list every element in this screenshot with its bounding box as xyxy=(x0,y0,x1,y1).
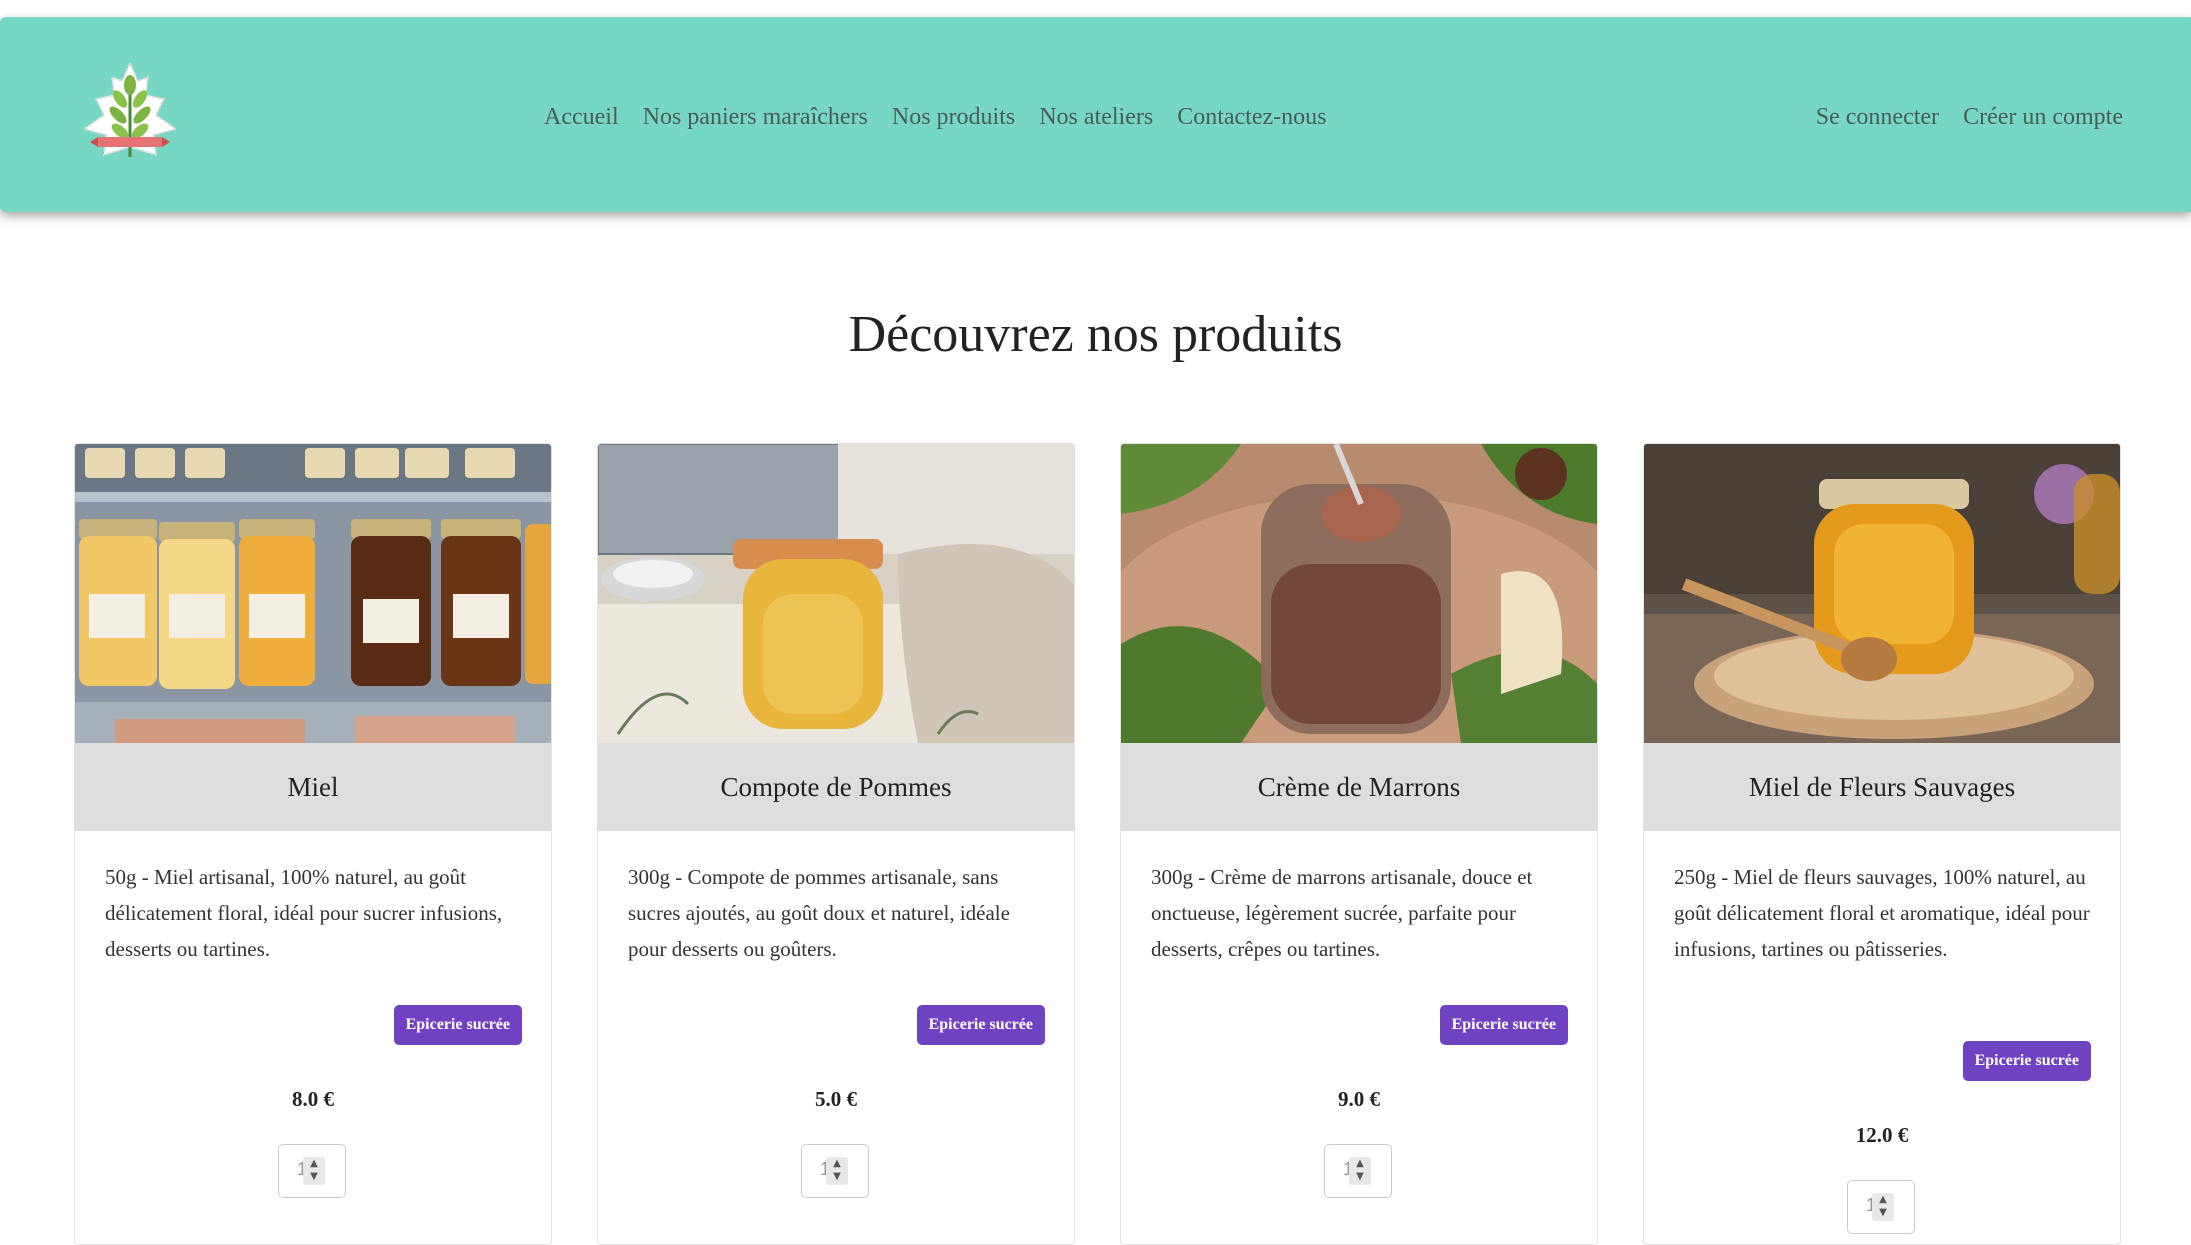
product-price: 8.0 € xyxy=(292,1087,334,1111)
quantity-stepper[interactable]: 1 ▲ ▼ xyxy=(801,1144,869,1198)
nav-link-paniers[interactable]: Nos paniers maraîchers xyxy=(643,97,868,137)
category-badge[interactable]: Epicerie sucrée xyxy=(916,1005,1045,1045)
product-card: Miel de Fleurs Sauvages 250g - Miel de f… xyxy=(1643,443,2121,1245)
product-title: Crème de Marrons xyxy=(1121,743,1597,831)
spinner-arrows-icon[interactable]: ▲ ▼ xyxy=(1349,1157,1371,1185)
nav-link-ateliers[interactable]: Nos ateliers xyxy=(1039,97,1153,137)
product-description: 300g - Compote de pommes artisanale, san… xyxy=(628,865,1010,961)
spinner-arrows-icon[interactable]: ▲ ▼ xyxy=(826,1157,848,1185)
signup-link[interactable]: Créer un compte xyxy=(1963,97,2123,137)
quantity-stepper[interactable]: 1 ▲ ▼ xyxy=(1847,1180,1915,1234)
spinner-arrows-icon[interactable]: ▲ ▼ xyxy=(303,1157,325,1185)
page-title: Découvrez nos produits xyxy=(848,306,1343,363)
product-image xyxy=(598,444,1074,743)
nav-link-accueil[interactable]: Accueil xyxy=(544,97,619,137)
category-badge[interactable]: Epicerie sucrée xyxy=(1962,1041,2091,1081)
product-image xyxy=(1644,444,2120,743)
spinner-arrows-icon[interactable]: ▲ ▼ xyxy=(1872,1193,1894,1221)
nav-link-contact[interactable]: Contactez-nous xyxy=(1177,97,1326,137)
login-link[interactable]: Se connecter xyxy=(1816,97,1939,137)
product-grid: Miel 50g - Miel artisanal, 100% naturel,… xyxy=(74,443,2124,1245)
category-badge[interactable]: Epicerie sucrée xyxy=(1439,1005,1568,1045)
auth-nav: Se connecter Créer un compte xyxy=(1816,97,2123,137)
product-description: 50g - Miel artisanal, 100% naturel, au g… xyxy=(105,865,503,961)
product-title: Compote de Pommes xyxy=(598,743,1074,831)
product-price: 9.0 € xyxy=(1338,1087,1380,1111)
product-card: Crème de Marrons 300g - Crème de marrons… xyxy=(1120,443,1598,1245)
product-description: 250g - Miel de fleurs sauvages, 100% nat… xyxy=(1674,865,2090,961)
category-badge[interactable]: Epicerie sucrée xyxy=(393,1005,522,1045)
product-title: Miel xyxy=(75,743,551,831)
navbar: Accueil Nos paniers maraîchers Nos produ… xyxy=(0,17,2191,212)
product-card: Miel 50g - Miel artisanal, 100% naturel,… xyxy=(74,443,552,1245)
nav-link-produits[interactable]: Nos produits xyxy=(892,97,1015,137)
product-image xyxy=(1121,444,1597,743)
product-price: 5.0 € xyxy=(815,1087,857,1111)
product-title: Miel de Fleurs Sauvages xyxy=(1644,743,2120,831)
main-nav: Accueil Nos paniers maraîchers Nos produ… xyxy=(544,97,1350,137)
product-image xyxy=(75,444,551,743)
product-description: 300g - Crème de marrons artisanale, douc… xyxy=(1151,865,1533,961)
quantity-stepper[interactable]: 1 ▲ ▼ xyxy=(1324,1144,1392,1198)
product-card: Compote de Pommes 300g - Compote de pomm… xyxy=(597,443,1075,1245)
leaf-logo-icon[interactable] xyxy=(81,59,179,171)
quantity-stepper[interactable]: 1 ▲ ▼ xyxy=(278,1144,346,1198)
product-price: 12.0 € xyxy=(1855,1123,1909,1147)
